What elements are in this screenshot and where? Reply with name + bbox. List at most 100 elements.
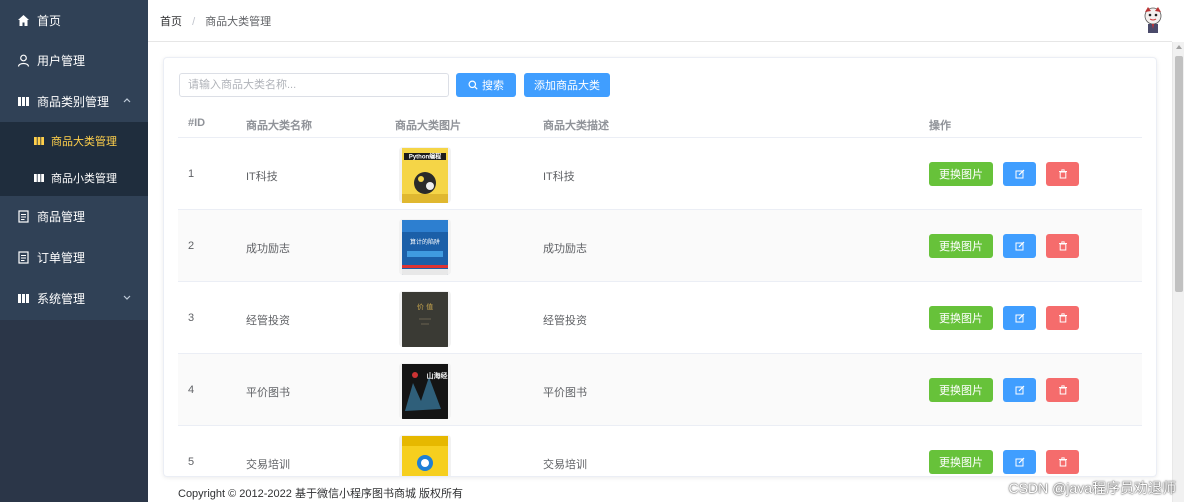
watermark: CSDN @java程序员劝退师 (1008, 480, 1176, 496)
column-header-id: #ID (188, 117, 206, 129)
edit-button[interactable] (1003, 234, 1036, 258)
cell-name: 交易培训 (246, 459, 290, 471)
chevron-up-icon (123, 98, 131, 103)
cover-title: 价 值 (417, 302, 433, 311)
change-image-button[interactable]: 更换图片 (929, 450, 993, 474)
table-row: 5 交易培训 交易培训 更换图片 (178, 426, 1142, 476)
search-icon (468, 80, 478, 90)
sidebar: 首页 用户管理 商品类别管理 商品大类管理 商品小类管理 商品管理 订单管理 系… (0, 0, 148, 502)
cell-desc: IT科技 (543, 171, 575, 183)
top-header: 首页 / 商品大类管理 (148, 0, 1172, 42)
change-image-button[interactable]: 更换图片 (929, 306, 993, 330)
cell-name: 经管投资 (246, 315, 290, 327)
breadcrumb-home[interactable]: 首页 (160, 16, 182, 28)
change-image-button[interactable]: 更换图片 (929, 162, 993, 186)
cell-desc: 经管投资 (543, 315, 587, 327)
book-cover-image: 山海经 (399, 363, 451, 419)
sidebar-item-category[interactable]: 商品类别管理 (0, 81, 148, 122)
column-header-desc: 商品大类描述 (543, 120, 609, 132)
sidebar-item-orders[interactable]: 订单管理 (0, 237, 148, 278)
table-row: 2 成功励志 算计的陷阱 成功励志 更换图片 (178, 210, 1142, 282)
search-button[interactable]: 搜索 (456, 73, 516, 97)
sidebar-subitem-minor-category[interactable]: 商品小类管理 (0, 159, 148, 196)
table-row: 4 平价图书 山海经 平价图书 更换图片 (178, 354, 1142, 426)
document-icon (17, 210, 30, 223)
column-header-actions: 操作 (929, 120, 951, 132)
delete-button[interactable] (1046, 450, 1079, 474)
breadcrumb: 首页 / 商品大类管理 (160, 13, 271, 29)
table-header: #ID 商品大类名称 商品大类图片 商品大类描述 操作 (178, 106, 1142, 138)
breadcrumb-current: 商品大类管理 (205, 16, 272, 28)
delete-button[interactable] (1046, 306, 1079, 330)
trash-icon (1058, 169, 1067, 179)
cell-desc: 成功励志 (543, 243, 587, 255)
delete-button[interactable] (1046, 162, 1079, 186)
trash-icon (1058, 385, 1067, 395)
search-input[interactable] (179, 73, 449, 97)
trash-icon (1058, 313, 1067, 323)
change-image-label: 更换图片 (939, 385, 983, 397)
sidebar-item-products[interactable]: 商品管理 (0, 196, 148, 237)
home-icon (17, 14, 30, 27)
chevron-down-icon (123, 295, 131, 300)
change-image-label: 更换图片 (939, 241, 983, 253)
delete-button[interactable] (1046, 234, 1079, 258)
change-image-button[interactable]: 更换图片 (929, 378, 993, 402)
scroll-thumb[interactable] (1175, 56, 1183, 292)
change-image-label: 更换图片 (939, 313, 983, 325)
sidebar-item-label: 订单管理 (37, 251, 86, 265)
cover-title: 算计的陷阱 (410, 238, 440, 246)
cell-desc: 交易培训 (543, 459, 587, 471)
edit-icon (1015, 457, 1024, 467)
book-cover-image: 算计的陷阱 (399, 219, 451, 275)
edit-button[interactable] (1003, 162, 1036, 186)
trash-icon (1058, 241, 1067, 251)
avatar[interactable] (1140, 6, 1166, 34)
change-image-label: 更换图片 (939, 457, 983, 469)
edit-icon (1015, 385, 1024, 395)
cover-title: 山海经 (427, 371, 448, 380)
sidebar-item-label: 首页 (37, 14, 62, 28)
scroll-up-arrow-icon[interactable] (1176, 45, 1182, 49)
sidebar-item-home[interactable]: 首页 (0, 0, 148, 41)
change-image-label: 更换图片 (939, 169, 983, 181)
trash-icon (1058, 457, 1067, 467)
cell-name: 平价图书 (246, 387, 290, 399)
document-icon (17, 251, 30, 264)
edit-button[interactable] (1003, 306, 1036, 330)
change-image-button[interactable]: 更换图片 (929, 234, 993, 258)
cell-id: 4 (188, 384, 195, 396)
edit-icon (1015, 169, 1024, 179)
add-category-button-label: 添加商品大类 (534, 80, 600, 92)
sidebar-item-system[interactable]: 系统管理 (0, 278, 148, 319)
cell-id: 3 (188, 312, 195, 324)
sidebar-subitem-label: 商品小类管理 (51, 172, 117, 185)
sidebar-item-label: 系统管理 (37, 292, 86, 306)
add-category-button[interactable]: 添加商品大类 (524, 73, 610, 97)
table-row: 1 IT科技 Python编程 IT科技 更换图片 (178, 138, 1142, 210)
edit-icon (1015, 313, 1024, 323)
sidebar-item-users[interactable]: 用户管理 (0, 40, 148, 81)
cell-id: 1 (188, 168, 195, 180)
vertical-scrollbar[interactable] (1172, 42, 1184, 502)
edit-icon (1015, 241, 1024, 251)
column-header-name: 商品大类名称 (246, 120, 312, 132)
cell-name: IT科技 (246, 171, 278, 183)
category-icon (33, 135, 45, 147)
sidebar-lower-bg (0, 320, 148, 502)
main-card: 搜索 添加商品大类 #ID 商品大类名称 商品大类图片 商品大类描述 操作 1 … (163, 57, 1157, 477)
category-icon (17, 292, 30, 305)
book-cover-image (399, 435, 451, 476)
column-header-image: 商品大类图片 (395, 120, 461, 132)
sidebar-item-label: 用户管理 (37, 54, 86, 68)
category-icon (33, 172, 45, 184)
book-cover-image: 价 值 (399, 291, 451, 347)
edit-button[interactable] (1003, 378, 1036, 402)
sidebar-item-label: 商品类别管理 (37, 95, 110, 109)
cover-title: Python编程 (409, 153, 441, 161)
book-cover-image: Python编程 (399, 147, 451, 203)
delete-button[interactable] (1046, 378, 1079, 402)
sidebar-subitem-major-category[interactable]: 商品大类管理 (0, 122, 148, 159)
edit-button[interactable] (1003, 450, 1036, 474)
cell-name: 成功励志 (246, 243, 290, 255)
